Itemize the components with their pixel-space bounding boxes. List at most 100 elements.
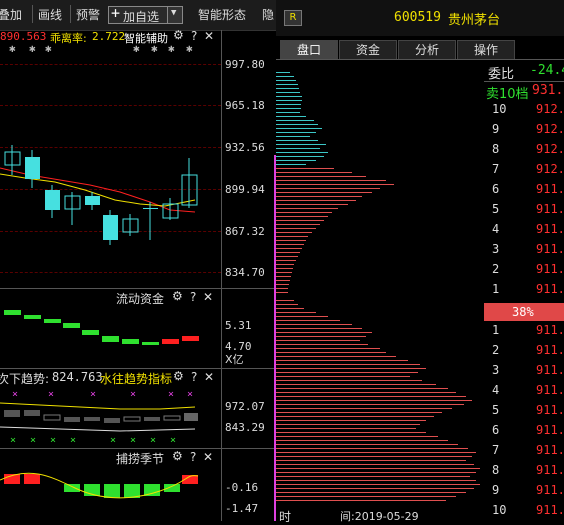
add-watchlist-label: 加自选 (123, 10, 160, 24)
mid-depth-bars (276, 168, 480, 501)
level-number: 4 (492, 383, 500, 397)
sell10-label: 卖10档 (486, 87, 529, 102)
level-number: 5 (492, 202, 500, 216)
grid-line (0, 105, 221, 106)
marker-icon: ✱ (151, 42, 158, 55)
level-price: 911. (536, 503, 564, 517)
candlestick-chart (0, 145, 198, 245)
season-bar (24, 474, 40, 484)
buy-level-row[interactable]: 4 911. (486, 383, 564, 403)
gear-icon[interactable]: ⚙ (172, 449, 183, 463)
spread-percent: 38% (512, 305, 534, 319)
trend-line-white (0, 426, 196, 432)
candle-body (143, 208, 158, 209)
flow-bar (24, 315, 41, 319)
trend-bar (43, 414, 61, 421)
sell-level-row[interactable]: 9 912. (486, 122, 564, 142)
close-icon[interactable]: ✕ (204, 29, 214, 43)
overlay-button[interactable]: 叠加 (0, 6, 22, 23)
price-axis-label: 997.80 (225, 58, 265, 71)
help-icon[interactable]: ? (190, 290, 196, 304)
flow-bar (63, 323, 80, 328)
gear-icon[interactable]: ⚙ (173, 28, 184, 42)
level-number: 1 (492, 323, 500, 337)
trend-bar (4, 410, 20, 417)
close-icon[interactable]: ✕ (204, 370, 214, 384)
tab-analysis[interactable]: 分析 (398, 40, 456, 59)
chart-toolbar: 叠加 画线 预警 + 加自选 ▼ 智能形态 隐 (0, 0, 276, 31)
plus-icon: + (111, 4, 121, 22)
buy-level-row[interactable]: 6 911. (486, 423, 564, 443)
tab-order-book[interactable]: 盘口 (280, 40, 338, 59)
price-axis-label: 932.56 (225, 141, 265, 154)
trend-marker-icon: × (168, 389, 174, 400)
tab-operation[interactable]: 操作 (457, 40, 515, 59)
r-badge[interactable]: R (284, 10, 302, 26)
alert-button[interactable]: 预警 (76, 6, 100, 23)
add-watchlist-button[interactable]: + 加自选 (108, 4, 168, 24)
smart-pattern-button[interactable]: 智能形态 (198, 6, 246, 23)
gear-icon[interactable]: ⚙ (173, 369, 184, 383)
time-label: 时 (279, 510, 292, 524)
sell-level-row[interactable]: 5 911. (486, 202, 564, 222)
sell-level-row[interactable]: 10 912. (486, 102, 564, 122)
capital-flow-chart (4, 310, 199, 345)
buy-level-row[interactable]: 8 911. (486, 463, 564, 483)
sell-level-row[interactable]: 3 911. (486, 242, 564, 262)
level-price: 911. (536, 242, 564, 256)
depth-histogram (276, 72, 480, 501)
price-axis-label: 899.94 (225, 183, 265, 196)
level-price: 911. (536, 202, 564, 216)
candle-body (25, 157, 40, 179)
spread-bar: 38% (484, 303, 564, 321)
marker-icon: ✱ (133, 42, 140, 55)
marker-icon: ✱ (29, 42, 36, 55)
level-number: 7 (492, 162, 500, 176)
tab-capital[interactable]: 资金 (339, 40, 397, 59)
stock-name: 贵州茅台 (448, 13, 501, 28)
hide-button[interactable]: 隐 (262, 6, 274, 23)
level-price: 911. (536, 383, 564, 397)
grid-line (0, 64, 221, 65)
gear-icon[interactable]: ⚙ (172, 289, 183, 303)
deviation-label: 乖离率: (50, 32, 87, 45)
level-number: 9 (492, 122, 500, 136)
trend-bar (64, 417, 80, 422)
help-icon[interactable]: ? (191, 29, 197, 43)
help-icon[interactable]: ? (191, 370, 197, 384)
level-price: 911. (536, 323, 564, 337)
smart-assist-label: 智能辅助 (124, 32, 168, 45)
close-icon[interactable]: ✕ (203, 290, 213, 304)
trend-marker-icon: × (12, 389, 18, 400)
trend-marker-icon: × (90, 389, 96, 400)
watchlist-dropdown-button[interactable]: ▼ (167, 6, 183, 24)
level-number: 3 (492, 363, 500, 377)
sell-level-row[interactable]: 2 911. (486, 262, 564, 282)
level-number: 5 (492, 403, 500, 417)
sell-level-row[interactable]: 1 911. (486, 282, 564, 302)
trend-axis-label: 843.29 (225, 421, 265, 434)
buy-level-row[interactable]: 5 911. (486, 403, 564, 423)
level-number: 6 (492, 423, 500, 437)
flow-bar (44, 319, 61, 323)
grid-line (0, 272, 221, 273)
sell-level-row[interactable]: 4 911. (486, 222, 564, 242)
trend-bar (184, 413, 198, 421)
sell-level-row[interactable]: 7 912. (486, 162, 564, 182)
sell-level-row[interactable]: 6 911. (486, 182, 564, 202)
buy-level-row[interactable]: 3 911. (486, 363, 564, 383)
help-icon[interactable]: ? (190, 450, 196, 464)
level-number: 2 (492, 262, 500, 276)
candle-body (103, 215, 118, 240)
sell-level-row[interactable]: 8 912. (486, 142, 564, 162)
buy-level-row[interactable]: 7 911. (486, 443, 564, 463)
buy-level-row[interactable]: 1 911. (486, 323, 564, 343)
buy-level-row[interactable]: 10 911. (486, 503, 564, 523)
buy-level-row[interactable]: 9 911. (486, 483, 564, 503)
level-price: 912. (536, 102, 564, 116)
stock-code: 600519 (394, 10, 441, 25)
level-number: 10 (492, 503, 507, 517)
draw-line-button[interactable]: 画线 (38, 6, 62, 23)
close-icon[interactable]: ✕ (203, 450, 213, 464)
buy-level-row[interactable]: 2 911. (486, 343, 564, 363)
